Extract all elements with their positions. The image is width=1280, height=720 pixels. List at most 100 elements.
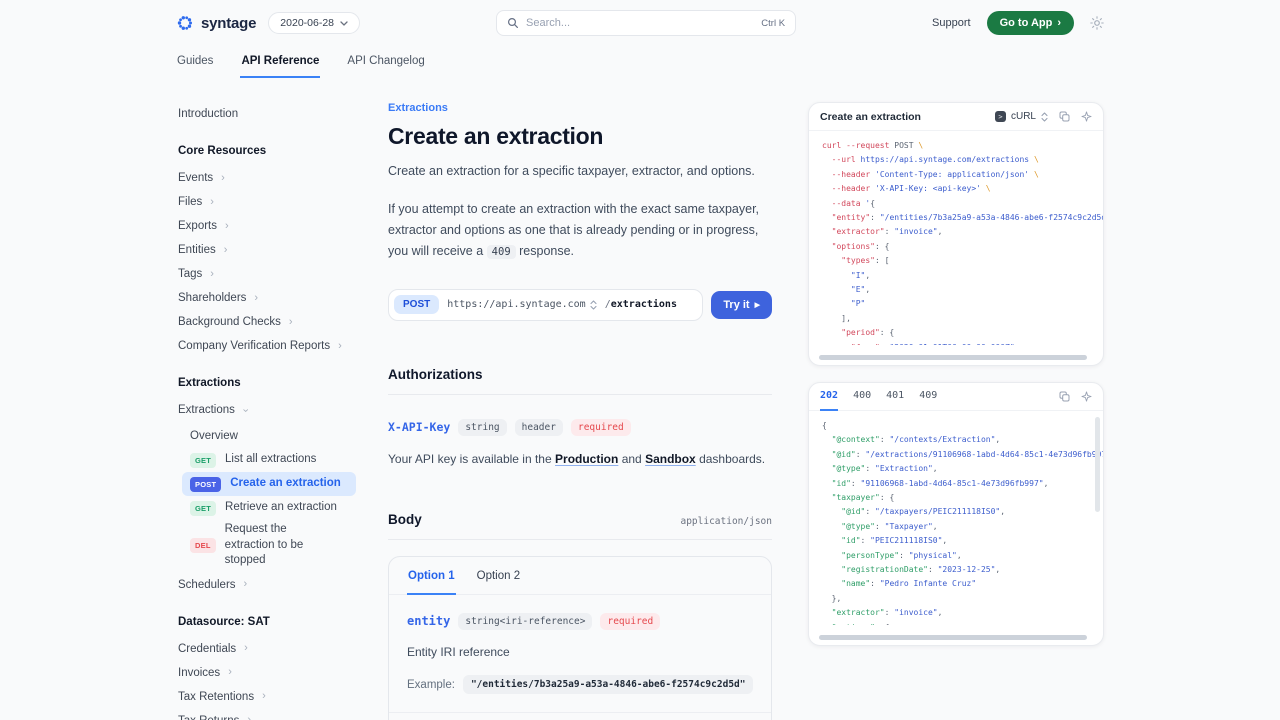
tab-guides[interactable]: Guides	[176, 46, 214, 78]
select-updown-icon	[1041, 112, 1048, 122]
body-section: Body application/json Option 1 Option 2 …	[388, 512, 772, 720]
sidebar-heading-core-resources: Core Resources	[176, 145, 356, 157]
page-title: Create an extraction	[388, 123, 772, 150]
chevron-right-icon: ›	[228, 667, 232, 678]
copy-button[interactable]	[1059, 391, 1070, 402]
header-actions: Support Go to App ›	[932, 11, 1104, 35]
chevron-right-icon: ›	[221, 173, 225, 184]
tab-option-2[interactable]: Option 2	[476, 557, 521, 595]
copy-icon	[1059, 391, 1070, 402]
search-input[interactable]	[526, 17, 754, 29]
sidebar-item-background-checks[interactable]: Background Checks›	[176, 310, 356, 334]
try-it-button[interactable]: Try it ▶	[711, 291, 772, 319]
status-tab-400[interactable]: 400	[853, 383, 871, 411]
request-code-block[interactable]: curl --request POST \ --url https://api.…	[809, 131, 1103, 345]
status-tab-202[interactable]: 202	[820, 383, 838, 411]
syntage-logo-icon	[176, 14, 194, 32]
sandbox-link[interactable]: Sandbox	[645, 452, 696, 466]
sidebar-item-tax-returns[interactable]: Tax Returns›	[176, 709, 356, 720]
format-button[interactable]	[1081, 391, 1092, 402]
authorizations-heading: Authorizations	[388, 367, 772, 382]
base-url-selector[interactable]: https://api.syntage.com	[447, 299, 596, 310]
sparkle-icon	[1081, 111, 1092, 122]
horizontal-scrollbar[interactable]	[819, 635, 1087, 640]
status-tab-409[interactable]: 409	[919, 383, 937, 411]
sidebar-item-invoices[interactable]: Invoices›	[176, 661, 356, 685]
sidebar-item-introduction[interactable]: Introduction	[176, 102, 356, 126]
endpoint-row: POST https://api.syntage.com /extraction…	[388, 289, 772, 321]
chevron-right-icon: ›	[225, 221, 229, 232]
chevron-right-icon: ›	[254, 293, 258, 304]
sidebar-item-events[interactable]: Events›	[176, 166, 356, 190]
chevron-right-icon: ›	[210, 269, 214, 280]
body-heading: Body	[388, 512, 422, 527]
sidebar-endpoint-list-all-extractions[interactable]: GET List all extractions	[182, 448, 356, 472]
body-schema-card: Option 1 Option 2 entity string<iri-refe…	[388, 556, 772, 720]
primary-nav: Guides API Reference API Changelog	[176, 46, 1104, 78]
status-tab-401[interactable]: 401	[886, 383, 904, 411]
sidebar-heading-extractions: Extractions	[176, 377, 356, 389]
terminal-icon: >	[995, 111, 1006, 122]
sidebar-item-tags[interactable]: Tags›	[176, 262, 356, 286]
method-badge-get: GET	[190, 453, 216, 468]
horizontal-scrollbar[interactable]	[819, 355, 1087, 360]
production-link[interactable]: Production	[555, 452, 618, 466]
tab-option-1[interactable]: Option 1	[407, 557, 456, 595]
type-badge: string<iri-reference>	[458, 613, 592, 630]
example-value: "/entities/7b3a25a9-a53a-4846-abe6-f2574…	[463, 675, 754, 694]
go-to-app-button[interactable]: Go to App ›	[987, 11, 1074, 35]
sidebar-item-company-verification-reports[interactable]: Company Verification Reports›	[176, 334, 356, 358]
main-content: Extractions Create an extraction Create …	[388, 102, 772, 720]
chevron-down-icon: ›	[239, 408, 250, 412]
chevron-right-icon: ›	[247, 715, 251, 720]
sparkle-icon	[1081, 391, 1092, 402]
location-badge: header	[515, 419, 563, 436]
chevron-right-icon: ›	[338, 341, 342, 352]
sidebar-endpoint-stop-extraction[interactable]: DEL Request the extraction to be stopped	[182, 520, 356, 571]
http-method-badge: POST	[394, 295, 439, 314]
brand-name: syntage	[201, 15, 256, 32]
endpoint-url-bar[interactable]: POST https://api.syntage.com /extraction…	[388, 289, 703, 321]
version-selector[interactable]: 2020-06-28	[268, 12, 360, 34]
language-selector[interactable]: > cURL	[995, 111, 1048, 122]
example-label: Example:	[407, 679, 455, 691]
support-link[interactable]: Support	[932, 17, 971, 29]
sidebar-item-files[interactable]: Files›	[176, 190, 356, 214]
copy-icon	[1059, 111, 1070, 122]
auth-field-name: X-API-Key	[388, 420, 450, 434]
field-extractor: extractor enum<string> required The extr…	[389, 713, 771, 720]
endpoint-path: /extractions	[605, 299, 677, 310]
sidebar-item-extractions-group[interactable]: Extractions ›	[176, 398, 356, 422]
sidebar-item-credentials[interactable]: Credentials›	[176, 637, 356, 661]
auth-field-row: X-API-Key string header required	[388, 419, 772, 436]
top-header: syntage 2020-06-28 Ctrl K Support Go to …	[176, 0, 1104, 42]
chevron-right-icon: ›	[289, 317, 293, 328]
content-type-label: application/json	[680, 516, 772, 527]
field-name-entity: entity	[407, 614, 450, 628]
divider	[388, 539, 772, 540]
sidebar-item-schedulers[interactable]: Schedulers›	[176, 573, 356, 597]
sidebar-item-shareholders[interactable]: Shareholders›	[176, 286, 356, 310]
brand[interactable]: syntage	[176, 14, 256, 32]
response-code-block[interactable]: { "@context": "/contexts/Extraction", "@…	[809, 411, 1103, 625]
format-button[interactable]	[1081, 111, 1092, 122]
vertical-scrollbar[interactable]	[1095, 417, 1100, 512]
sidebar-item-tax-retentions[interactable]: Tax Retentions›	[176, 685, 356, 709]
search-bar[interactable]: Ctrl K	[496, 10, 796, 36]
light-mode-sun-icon[interactable]	[1090, 16, 1104, 30]
copy-button[interactable]	[1059, 111, 1070, 122]
method-badge-get: GET	[190, 501, 216, 516]
chevron-down-icon	[340, 21, 348, 26]
tab-api-changelog[interactable]: API Changelog	[346, 46, 425, 78]
search-icon	[507, 17, 519, 29]
sidebar-item-exports[interactable]: Exports›	[176, 214, 356, 238]
sidebar-item-overview[interactable]: Overview	[182, 424, 356, 448]
tab-api-reference[interactable]: API Reference	[240, 46, 320, 78]
sidebar-endpoint-create-an-extraction[interactable]: POST Create an extraction	[182, 472, 356, 496]
breadcrumb[interactable]: Extractions	[388, 102, 772, 114]
sidebar-item-entities[interactable]: Entities›	[176, 238, 356, 262]
extractions-sublist: Overview GET List all extractions POST C…	[182, 424, 356, 571]
chevron-right-icon: ›	[224, 245, 228, 256]
sidebar-endpoint-retrieve-an-extraction[interactable]: GET Retrieve an extraction	[182, 496, 356, 520]
method-badge-del: DEL	[190, 538, 216, 553]
